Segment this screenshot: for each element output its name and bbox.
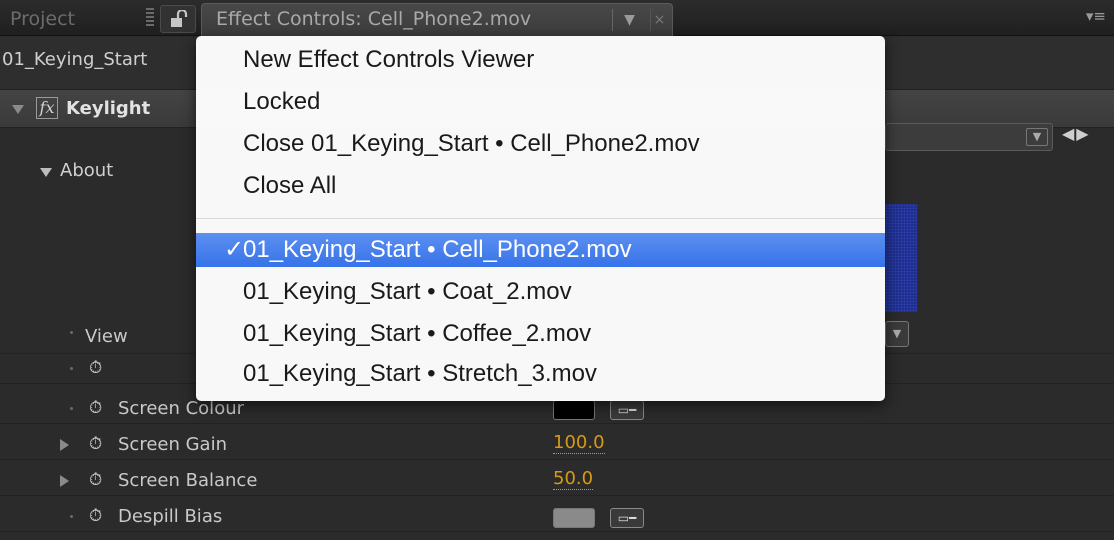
nav-arrows-icon[interactable]: ◀▶ (1062, 124, 1091, 143)
effect-name: Keylight (66, 98, 151, 119)
screen-balance-value[interactable]: 50.0 (553, 469, 594, 490)
eyedropper-icon[interactable]: ▭━ (610, 508, 644, 528)
property-row-screen-balance: ⏱ Screen Balance 50.0 (0, 466, 1114, 496)
row-bullet (70, 515, 73, 518)
despill-bias-label: Despill Bias (118, 506, 223, 527)
screen-colour-label: Screen Colour (118, 398, 245, 419)
tab-project[interactable]: Project (10, 3, 75, 36)
checkmark-icon: ✓ (224, 236, 245, 263)
menu-item-layer-cell-phone[interactable]: ✓ 01_Keying_Start • Cell_Phone2.mov (196, 233, 885, 267)
menu-item-label: 01_Keying_Start • Cell_Phone2.mov (243, 236, 632, 263)
menu-item-layer-coffee[interactable]: 01_Keying_Start • Coffee_2.mov (196, 317, 885, 351)
row-bullet (70, 331, 73, 334)
menu-item-layer-stretch[interactable]: 01_Keying_Start • Stretch_3.mov (196, 357, 885, 391)
menu-separator (196, 218, 885, 219)
tab-dropdown-button[interactable]: ▼ (612, 9, 646, 31)
tab-effect-controls-label: Effect Controls: Cell_Phone2.mov (216, 8, 532, 30)
chevron-down-icon: ▼ (1026, 128, 1048, 146)
stopwatch-icon[interactable]: ⏱ (89, 470, 102, 490)
about-expand-triangle[interactable] (40, 168, 52, 177)
tab-effect-controls[interactable]: Effect Controls: Cell_Phone2.mov ▼ × (201, 3, 673, 36)
menu-item-close-all[interactable]: Close All (196, 169, 885, 203)
menu-item-close-layer[interactable]: Close 01_Keying_Start • Cell_Phone2.mov (196, 127, 885, 161)
about-preview-image (885, 204, 917, 312)
comp-layer-label: 01_Keying_Start (2, 49, 148, 70)
eyedropper-icon[interactable]: ▭━ (610, 400, 644, 420)
fx-icon[interactable]: fx (36, 97, 58, 119)
expand-triangle-icon[interactable] (60, 439, 69, 451)
screen-colour-swatch[interactable] (553, 400, 595, 420)
lock-icon (171, 10, 188, 27)
stopwatch-icon[interactable]: ⏱ (89, 434, 102, 454)
lock-toggle-button[interactable] (160, 5, 196, 33)
stopwatch-icon[interactable]: ⏱ (89, 358, 102, 378)
stopwatch-icon[interactable]: ⏱ (89, 398, 102, 418)
effect-controls-tab-menu: New Effect Controls Viewer Locked Close … (196, 36, 885, 401)
view-dropdown-button[interactable]: ▼ (885, 321, 909, 347)
property-row-screen-gain: ⏱ Screen Gain 100.0 (0, 430, 1114, 460)
panel-tab-bar: Project Effect Controls: Cell_Phone2.mov… (0, 0, 1114, 36)
screen-gain-value[interactable]: 100.0 (553, 433, 605, 454)
row-bullet (70, 407, 73, 410)
menu-item-new-viewer[interactable]: New Effect Controls Viewer (196, 43, 885, 77)
screen-balance-label: Screen Balance (118, 470, 258, 491)
view-label: View (85, 326, 128, 347)
menu-item-locked[interactable]: Locked (196, 85, 885, 119)
effect-expand-triangle[interactable] (12, 105, 24, 114)
screen-gain-label: Screen Gain (118, 434, 227, 455)
about-label: About (60, 160, 114, 181)
tab-close-button[interactable]: × (650, 9, 668, 31)
despill-bias-swatch[interactable] (553, 508, 595, 528)
row-bullet (70, 367, 73, 370)
stopwatch-icon[interactable]: ⏱ (89, 506, 102, 526)
panel-menu-icon[interactable]: ▾≡ (1086, 7, 1106, 25)
panel-grip-handle[interactable] (146, 8, 154, 28)
menu-item-layer-coat[interactable]: 01_Keying_Start • Coat_2.mov (196, 275, 885, 309)
property-row-despill-bias: ⏱ Despill Bias ▭━ (0, 502, 1114, 532)
effect-preset-dropdown[interactable]: ▼ (885, 123, 1053, 151)
expand-triangle-icon[interactable] (60, 475, 69, 487)
